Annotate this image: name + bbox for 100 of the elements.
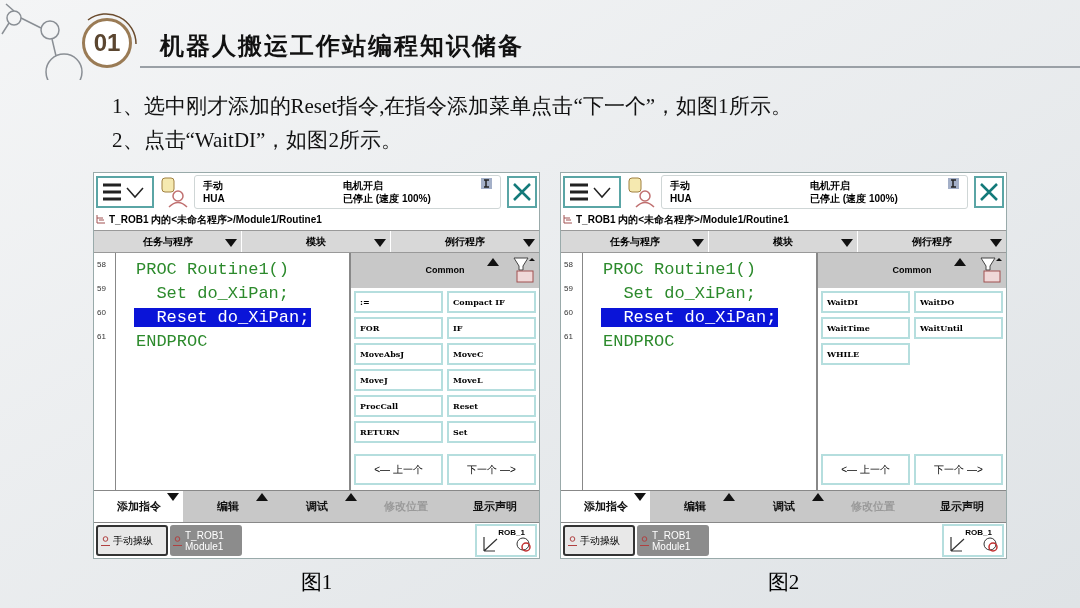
line-number: 58: [96, 259, 107, 271]
next-button[interactable]: 下一个 —>: [914, 454, 1003, 485]
status-text: 手动: [203, 179, 224, 192]
status-text: HUA: [203, 192, 226, 205]
instruction-button[interactable]: WaitTime: [821, 317, 910, 339]
line-number: 60: [563, 307, 574, 319]
filter-icon[interactable]: [513, 257, 535, 283]
taskbar-button[interactable]: 手动操纵: [563, 525, 635, 556]
dropdown-tab[interactable]: 任务与程序: [94, 231, 243, 252]
down-triangle-icon: [373, 239, 386, 247]
instruction-button[interactable]: Set: [447, 421, 536, 443]
figure-caption: 图1: [300, 569, 333, 596]
line-number: 59: [563, 283, 574, 295]
menu-tab[interactable]: 添加指令: [94, 491, 183, 522]
menu-button[interactable]: [563, 176, 621, 208]
close-button[interactable]: [507, 176, 537, 208]
up-triangle-icon: [812, 493, 824, 501]
close-icon: [979, 182, 999, 202]
code-line[interactable]: ENDPROC: [601, 332, 677, 351]
instruction-button[interactable]: WaitDI: [821, 291, 910, 313]
up-triangle-icon: [954, 258, 966, 266]
code-line[interactable]: PROC Routine1(): [134, 260, 292, 279]
figure-caption: 图2: [767, 569, 800, 596]
next-button[interactable]: 下一个 —>: [447, 454, 536, 485]
taskbar-text: Module1: [652, 540, 691, 552]
section-number: 01: [93, 28, 121, 58]
down-triangle-icon: [167, 493, 179, 501]
menu-tab[interactable]: 调试: [272, 491, 361, 522]
menu-tab[interactable]: 显示声明: [450, 491, 539, 522]
menu-icon: [103, 183, 147, 201]
menu-button[interactable]: [96, 176, 154, 208]
code-line[interactable]: Set do_XiPan;: [134, 284, 292, 303]
previous-button[interactable]: <— 上一个: [821, 454, 910, 485]
close-button[interactable]: [974, 176, 1004, 208]
program-path: T_ROB1 内的<未命名程序>/Module1/Routine1: [109, 212, 322, 227]
instruction-button[interactable]: MoveAbsJ: [354, 343, 443, 365]
status-text: 已停止 (速度 100%): [343, 192, 432, 205]
slide-title: 机器人搬运工作站编程知识储备: [160, 30, 524, 62]
taskbar-text: T_ROB1: [185, 529, 224, 541]
menu-tab[interactable]: 调试: [739, 491, 828, 522]
taskbar-text: 手动操纵: [113, 535, 153, 546]
program-path: T_ROB1 内的<未命名程序>/Module1/Routine1: [576, 212, 789, 227]
down-triangle-icon: [692, 239, 705, 247]
down-triangle-icon: [840, 239, 853, 247]
status-icon: [948, 178, 959, 189]
panel-title: Common: [425, 263, 465, 277]
person-icon: [101, 535, 110, 546]
instruction-text: 1、选中刚才添加的Reset指令,在指令添加菜单点击“下一个”，如图1所示。: [112, 93, 793, 120]
down-triangle-icon: [523, 239, 535, 247]
instruction-button[interactable]: Compact IF: [447, 291, 536, 313]
instruction-button[interactable]: MoveC: [447, 343, 536, 365]
close-icon: [512, 182, 532, 202]
filter-icon[interactable]: [980, 257, 1002, 283]
taskbar-text: T_ROB1: [652, 529, 691, 541]
instruction-button[interactable]: MoveJ: [354, 369, 443, 391]
menu-tab[interactable]: 编辑: [183, 491, 272, 522]
mechanical-unit-button[interactable]: ROB_1: [475, 524, 537, 557]
instruction-button[interactable]: :=: [354, 291, 443, 313]
instruction-button[interactable]: WaitDO: [914, 291, 1003, 313]
status-text: 电机开启: [810, 179, 851, 192]
instruction-button[interactable]: RETURN: [354, 421, 443, 443]
dropdown-tab[interactable]: 例行程序: [390, 231, 539, 252]
instruction-button[interactable]: WaitUntil: [914, 317, 1003, 339]
down-triangle-icon: [990, 239, 1002, 247]
taskbar-button[interactable]: 手动操纵: [96, 525, 168, 556]
menu-icon: [570, 183, 614, 201]
menu-tab[interactable]: 显示声明: [917, 491, 1006, 522]
status-text: 手动: [670, 179, 691, 192]
instruction-button[interactable]: ProcCall: [354, 395, 443, 417]
line-number: 60: [96, 307, 107, 319]
menu-tab[interactable]: 添加指令: [561, 491, 650, 522]
status-text: HUA: [670, 192, 693, 205]
instruction-button[interactable]: FOR: [354, 317, 443, 339]
dropdown-tab[interactable]: 任务与程序: [561, 231, 710, 252]
person-icon: [568, 535, 577, 546]
code-line[interactable]: PROC Routine1(): [601, 260, 759, 279]
menu-tab[interactable]: 编辑: [650, 491, 739, 522]
instruction-button[interactable]: IF: [447, 317, 536, 339]
previous-button[interactable]: <— 上一个: [354, 454, 443, 485]
dropdown-tab[interactable]: 例行程序: [857, 231, 1006, 252]
mechanical-unit-button[interactable]: ROB_1: [942, 524, 1004, 557]
dropdown-tab[interactable]: 模块: [709, 231, 858, 252]
instruction-button[interactable]: Reset: [447, 395, 536, 417]
instruction-button[interactable]: WHILE: [821, 343, 910, 365]
instruction-button[interactable]: MoveL: [447, 369, 536, 391]
code-line[interactable]: ENDPROC: [134, 332, 210, 351]
taskbar-text: Module1: [185, 540, 224, 552]
down-triangle-icon: [634, 493, 646, 501]
panel-title: Common: [892, 263, 932, 277]
up-triangle-icon: [256, 493, 268, 501]
taskbar-text: 手动操纵: [580, 535, 620, 546]
status-icon: [481, 178, 492, 189]
dropdown-tab[interactable]: 模块: [242, 231, 391, 252]
unit-label: ROB_1: [965, 527, 992, 539]
down-triangle-icon: [225, 239, 238, 247]
code-line[interactable]: Set do_XiPan;: [601, 284, 759, 303]
up-triangle-icon: [723, 493, 735, 501]
line-number: 61: [96, 331, 107, 343]
up-triangle-icon: [487, 258, 499, 266]
instruction-text: 2、点击“WaitDI”，如图2所示。: [112, 127, 403, 154]
